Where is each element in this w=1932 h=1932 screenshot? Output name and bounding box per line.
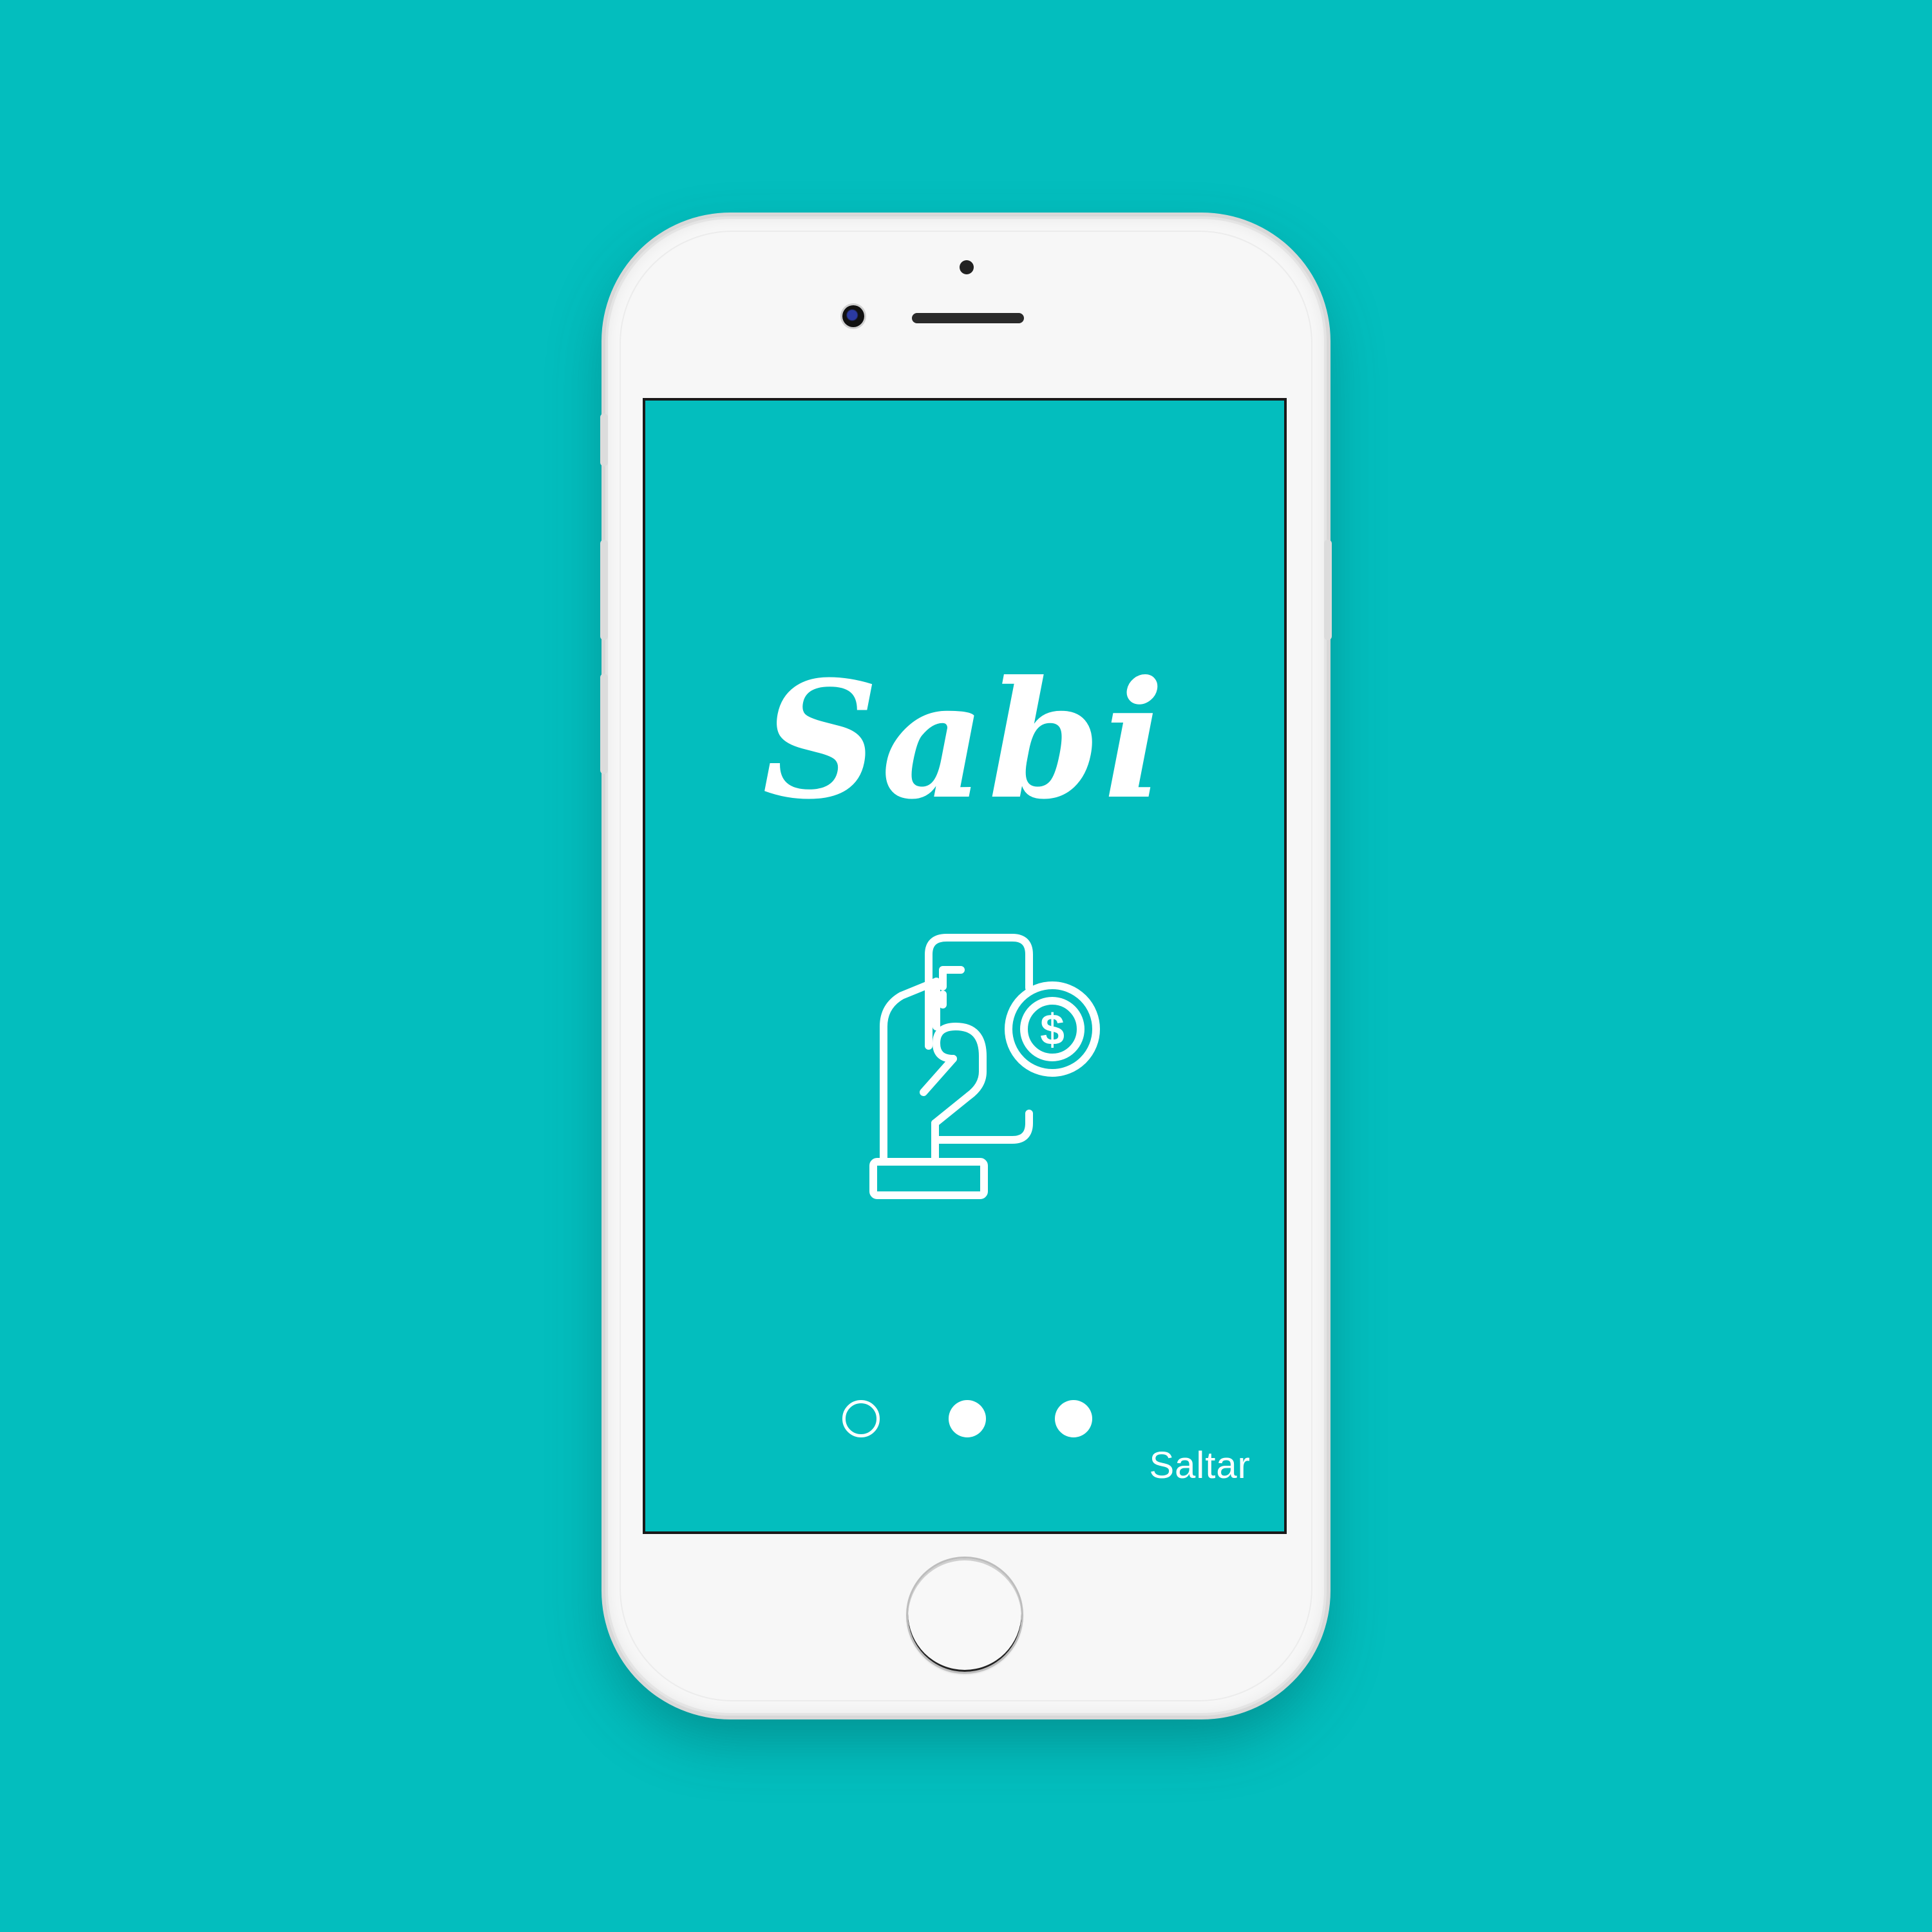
onboarding-page-indicator <box>645 1400 1284 1439</box>
phone-volume-up-button <box>600 540 608 640</box>
hand-holding-phone-dollar-icon: $ <box>869 934 1100 1199</box>
svg-text:$: $ <box>1040 1005 1065 1054</box>
phone-volume-down-button <box>600 674 608 774</box>
page-dot-2[interactable] <box>949 1400 986 1437</box>
home-button[interactable] <box>908 1558 1021 1672</box>
app-screen: Sabi $ Saltar <box>643 398 1287 1534</box>
phone-mockup: Sabi $ Saltar <box>600 219 1332 1713</box>
front-camera <box>842 305 864 327</box>
skip-button[interactable]: Saltar <box>1149 1444 1251 1487</box>
page-dot-3[interactable] <box>1055 1400 1092 1437</box>
page-dot-1-current[interactable] <box>842 1400 880 1437</box>
proximity-sensor <box>960 260 974 274</box>
phone-mute-switch <box>600 413 608 466</box>
phone-power-button <box>1324 540 1332 640</box>
earpiece-speaker <box>912 313 1024 323</box>
brand-logo-text: Sabi <box>762 645 1168 835</box>
